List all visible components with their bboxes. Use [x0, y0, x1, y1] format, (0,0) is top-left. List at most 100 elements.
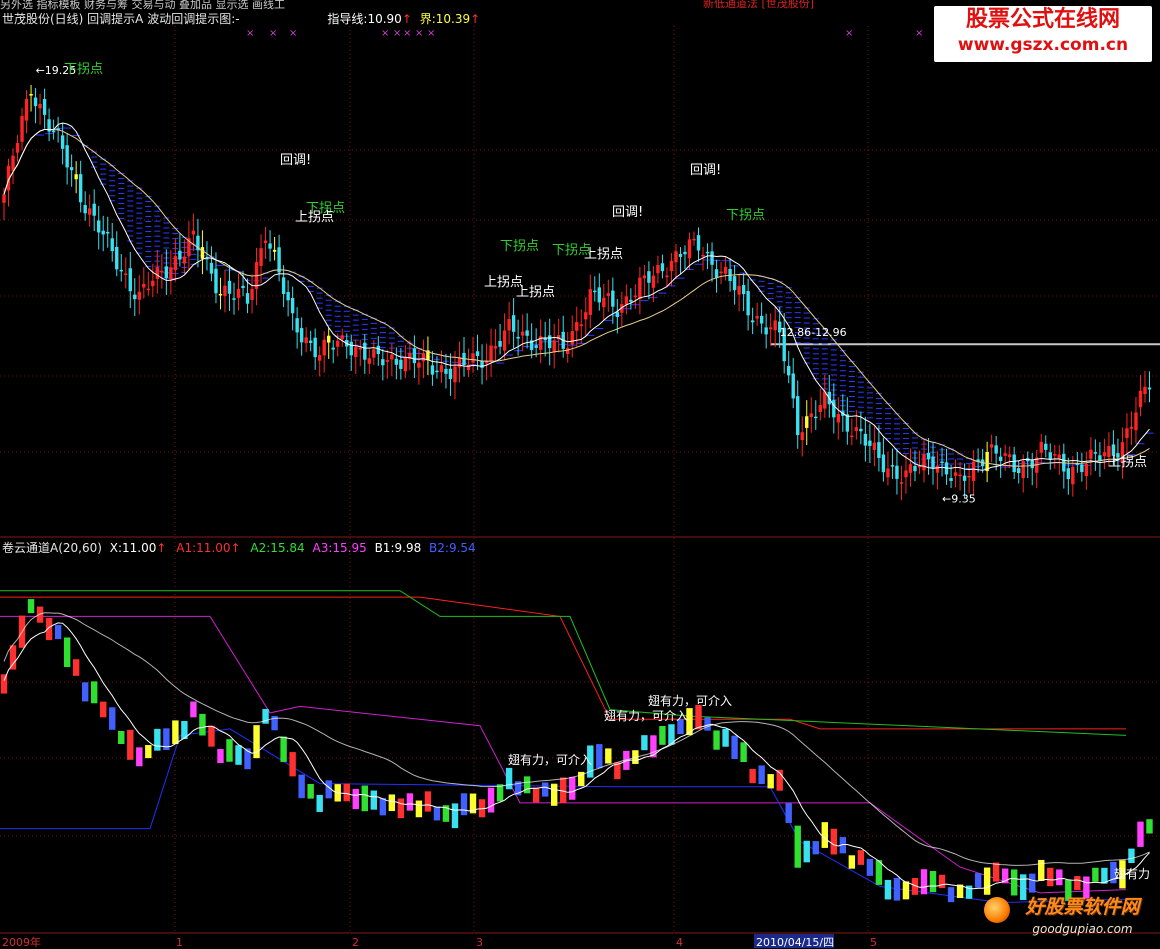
candle-body — [101, 230, 105, 235]
annotation-label: 下拐点 — [500, 239, 539, 254]
candle-body — [124, 273, 128, 275]
candle-body — [570, 331, 574, 345]
candle-body — [65, 145, 69, 168]
annotation-label: 回调! — [690, 163, 721, 178]
channel-candle — [172, 720, 179, 744]
candle-body — [15, 142, 20, 153]
candle-body — [417, 362, 421, 368]
annotation-label: 回调! — [280, 153, 311, 168]
candle-body — [575, 322, 579, 331]
top-marker-icon: × — [403, 28, 411, 39]
candle-body — [1089, 449, 1093, 459]
channel-candle — [54, 624, 62, 640]
channel-candle — [596, 744, 603, 769]
candle-body — [624, 296, 629, 305]
candle-body — [1125, 428, 1129, 439]
channel-candle — [1010, 869, 1018, 896]
candle-body — [304, 337, 308, 344]
channel-candle — [415, 800, 423, 818]
candle-body — [1030, 460, 1034, 469]
candle-body — [809, 413, 813, 418]
candle-body — [115, 246, 119, 270]
candle-body — [989, 444, 994, 448]
candle-body — [1080, 464, 1084, 473]
candle-body — [313, 337, 317, 358]
candle-body — [899, 482, 904, 484]
channel-candle — [100, 701, 107, 718]
channel-candle — [118, 730, 125, 745]
candle-body — [768, 327, 773, 330]
candle-body — [151, 280, 155, 287]
candle-body — [913, 465, 917, 472]
candle-body — [1129, 426, 1134, 429]
candle-body — [814, 416, 818, 419]
candle-body — [92, 203, 96, 216]
candle-body — [845, 414, 850, 432]
candle-body — [750, 320, 755, 323]
channel-candle — [9, 645, 17, 670]
top-marker-icon: × — [269, 28, 277, 39]
channel-candle — [36, 606, 44, 623]
candle-body — [236, 288, 241, 298]
candle-body — [800, 432, 804, 441]
candle-body — [218, 293, 223, 296]
annotation-label: 下拐点 — [726, 208, 765, 223]
channel-candle — [659, 726, 666, 745]
candle-body — [38, 103, 42, 109]
channel-candle — [505, 767, 513, 790]
candle-body — [430, 365, 435, 375]
candle-body — [421, 353, 426, 362]
watermark-top: 股票公式在线网 www.gszx.com.cn — [934, 6, 1152, 62]
channel-candle — [289, 752, 296, 777]
candle-body — [737, 286, 741, 295]
candle-body — [119, 269, 123, 272]
extreme-low-label: ←9.35 — [942, 492, 976, 505]
candle-body — [498, 340, 502, 347]
annotation-label: 回调! — [612, 205, 643, 220]
watermark-top-url: www.gszx.com.cn — [957, 35, 1129, 55]
channel-candle — [72, 659, 80, 676]
candle-body — [967, 476, 971, 478]
candle-body — [259, 248, 263, 266]
candle-body — [935, 465, 940, 473]
upper-price-panel[interactable]: ←19.25←9.3512.86-12.96下拐点回调!下拐点上拐点下拐点 下拐点… — [2, 62, 1160, 505]
channel-candle — [758, 765, 765, 785]
candle-body — [51, 130, 56, 133]
candle-body — [444, 368, 448, 374]
candle-body — [191, 230, 196, 235]
channel-candle — [1146, 819, 1153, 834]
candle-body — [403, 357, 408, 372]
ma-long-line — [3, 128, 1150, 467]
channel-candle — [794, 825, 801, 868]
channel-candle — [496, 784, 504, 802]
candle-body — [87, 208, 92, 215]
candle-body — [597, 287, 601, 303]
channel-candle — [316, 794, 323, 812]
axis-tick-label: 3 — [476, 936, 483, 949]
candle-body — [1053, 454, 1057, 456]
signal-annotation-label: 翅有力，可介入 — [648, 693, 732, 708]
channel-candle — [803, 840, 810, 863]
candle-body — [268, 243, 272, 249]
candle-body — [142, 283, 146, 288]
channel-candle — [983, 867, 991, 895]
channel-candle — [280, 736, 287, 762]
candle-body — [665, 275, 669, 278]
channel-candle — [424, 791, 432, 812]
candle-body — [818, 405, 822, 413]
candle-body — [755, 315, 759, 319]
candle-body — [1138, 390, 1143, 408]
stock-chart[interactable]: × × × × × × × × × × ←19.25←9.3512.86-12.96下拐点回调!下… — [0, 0, 1160, 949]
candle-body — [1021, 461, 1025, 479]
candle-body — [651, 275, 656, 288]
candle-body — [647, 271, 651, 283]
ma-short-line — [3, 122, 1150, 471]
candle-body — [489, 345, 493, 362]
candle-body — [200, 247, 205, 259]
channel-candle — [136, 747, 143, 767]
lower-channel-panel[interactable]: 翅有力，可介入翅有力，可介入翅有力，可介入翅有力 — [0, 590, 1153, 904]
candle-body — [705, 251, 710, 254]
watermark-top-title: 股票公式在线网 — [965, 7, 1120, 32]
channel-candle — [641, 735, 648, 751]
candle-body — [290, 298, 295, 314]
